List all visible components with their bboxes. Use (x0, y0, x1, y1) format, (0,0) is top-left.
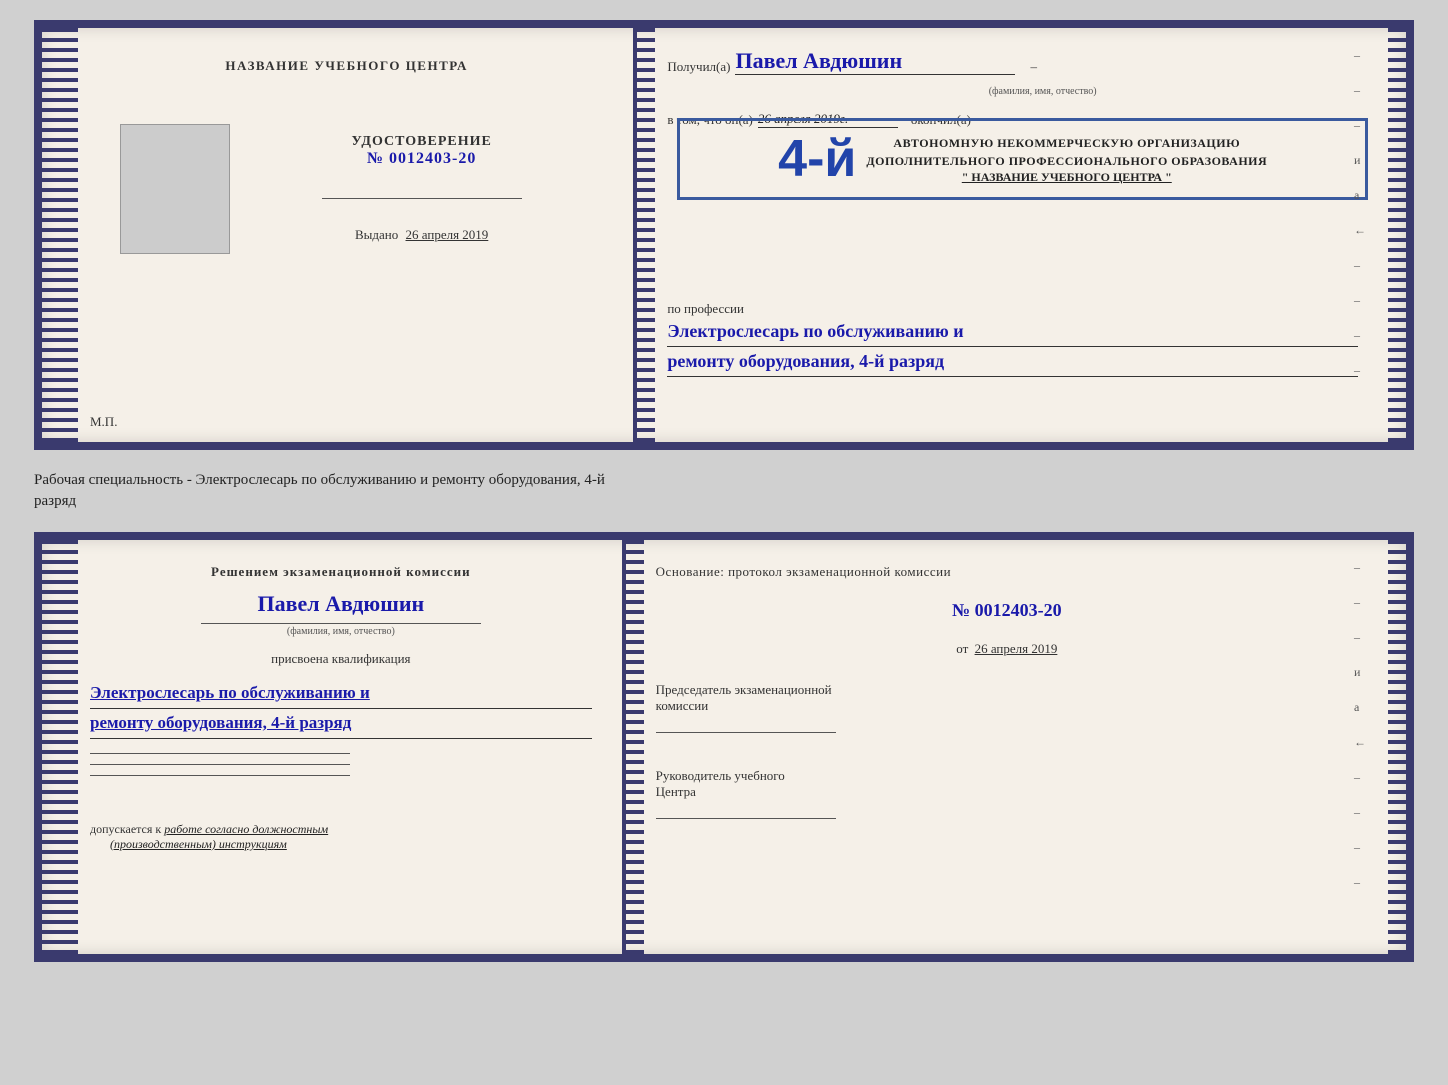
stamp-line2: АВТОНОМНУЮ НЕКОММЕРЧЕСКУЮ ОРГАНИЗАЦИЮ (866, 134, 1267, 152)
udostoverenie-title: УДОСТОВЕРЕНИЕ (351, 134, 491, 150)
bottom-lines (90, 753, 592, 786)
top-certificate: НАЗВАНИЕ УЧЕБНОГО ЦЕНТРА УДОСТОВЕРЕНИЕ №… (34, 20, 1414, 450)
vydano-date: 26 апреля 2019 (406, 227, 489, 242)
profession-line2: ремонту оборудования, 4-й разряд (667, 347, 1358, 377)
rukovoditel-line2: Центра (656, 784, 1358, 800)
right-side-dashes: – – – и а ← – – – – (1354, 48, 1366, 378)
ot-prefix: от (956, 641, 968, 656)
stamp-grade: 4-й (778, 133, 856, 185)
bottom-left-border-strip (42, 540, 60, 954)
po-professii-block: по профессии Электрослесарь по обслужива… (667, 301, 1358, 377)
dopuskaetsya-value2: (производственным) инструкциям (110, 837, 287, 851)
between-line1: Рабочая специальность - Электрослесарь п… (34, 470, 1414, 491)
vydano-line: Выдано 26 апреля 2019 (355, 227, 488, 243)
dopuskaetsya-block: допускается к работе согласно должностны… (90, 822, 592, 852)
bottom-right-border-strip (1388, 540, 1406, 954)
dopuskaetsya-prefix: допускается к (90, 822, 161, 836)
rukovoditel-line1: Руководитель учебного (656, 768, 1358, 784)
left-border-strip (42, 28, 60, 442)
rukovoditel-block: Руководитель учебного Центра (656, 768, 1358, 824)
stamp-box: 4-й АВТОНОМНУЮ НЕКОММЕРЧЕСКУЮ ОРГАНИЗАЦИ… (677, 118, 1368, 200)
bottom-cert-left: Решением экзаменационной комиссии Павел … (60, 540, 622, 954)
recipient-name: Павел Авдюшин (735, 48, 1015, 75)
stamp-line3: ДОПОЛНИТЕЛЬНОГО ПРОФЕССИОНАЛЬНОГО ОБРАЗО… (866, 152, 1267, 170)
bottom-right-dashes: – – – и а ← – – – – (1354, 560, 1366, 890)
protocol-number: № 0012403-20 (656, 600, 1358, 621)
po-professii-label: по профессии (667, 301, 1358, 317)
photo-placeholder (120, 124, 230, 254)
qualification-line1: Электрослесарь по обслуживанию и (90, 679, 592, 709)
poluchil-prefix: Получил(а) (667, 59, 730, 75)
poluchil-line: Получил(а) Павел Авдюшин – (667, 48, 1358, 75)
mp-line: М.П. (90, 414, 117, 430)
predsedatel-signature-line (656, 732, 836, 733)
bottom-certificate: Решением экзаменационной комиссии Павел … (34, 532, 1414, 962)
ot-date: от 26 апреля 2019 (656, 641, 1358, 657)
predsedatel-line2: комиссии (656, 698, 1358, 714)
fio-sublabel-top: (фамилия, имя, отчество) (903, 86, 1183, 97)
top-cert-left: НАЗВАНИЕ УЧЕБНОГО ЦЕНТРА УДОСТОВЕРЕНИЕ №… (60, 28, 633, 442)
stamp-name: " НАЗВАНИЕ УЧЕБНОГО ЦЕНТРА " (866, 170, 1267, 185)
predsedatel-line1: Председатель экзаменационной (656, 682, 1358, 698)
top-cert-right: Получил(а) Павел Авдюшин – (фамилия, имя… (637, 28, 1388, 442)
ot-date-value: 26 апреля 2019 (975, 641, 1058, 656)
profession-line1: Электрослесарь по обслуживанию и (667, 317, 1358, 347)
prisvoena-text: присвоена квалификация (90, 651, 592, 667)
bottom-name: Павел Авдюшин (90, 591, 592, 617)
udostoverenie-block: УДОСТОВЕРЕНИЕ № 0012403-20 (351, 134, 491, 168)
between-label: Рабочая специальность - Электрослесарь п… (34, 468, 1414, 514)
predsedatel-block: Председатель экзаменационной комиссии (656, 682, 1358, 738)
vydano-label: Выдано (355, 227, 398, 242)
qualification-line2: ремонту оборудования, 4-й разряд (90, 709, 592, 739)
bottom-cert-right: Основание: протокол экзаменационной коми… (626, 540, 1388, 954)
rukovoditel-signature-line (656, 818, 836, 819)
osnovanie-text: Основание: протокол экзаменационной коми… (656, 564, 1358, 580)
resheniem-text: Решением экзаменационной комиссии (90, 564, 592, 580)
dopuskaetsya-value: работе согласно должностным (164, 822, 328, 836)
udostoverenie-number: № 0012403-20 (351, 150, 491, 168)
center-title: НАЗВАНИЕ УЧЕБНОГО ЦЕНТРА (225, 58, 468, 74)
right-border-strip (1388, 28, 1406, 442)
between-line2: разряд (34, 491, 1414, 512)
bottom-fio-label: (фамилия, имя, отчество) (201, 623, 481, 637)
